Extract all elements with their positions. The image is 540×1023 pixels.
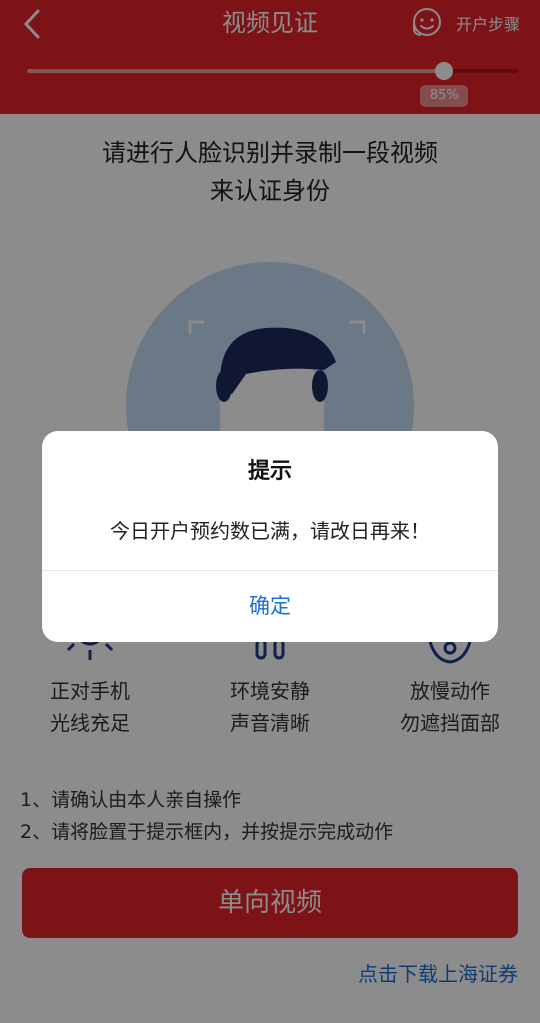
dialog-message: 今日开户预约数已满，请改日再来！	[110, 519, 430, 543]
dialog-title: 提示	[247, 459, 292, 484]
confirm-button[interactable]: 确定	[42, 571, 498, 642]
alert-dialog: 提示 今日开户预约数已满，请改日再来！ 确定	[42, 431, 498, 642]
